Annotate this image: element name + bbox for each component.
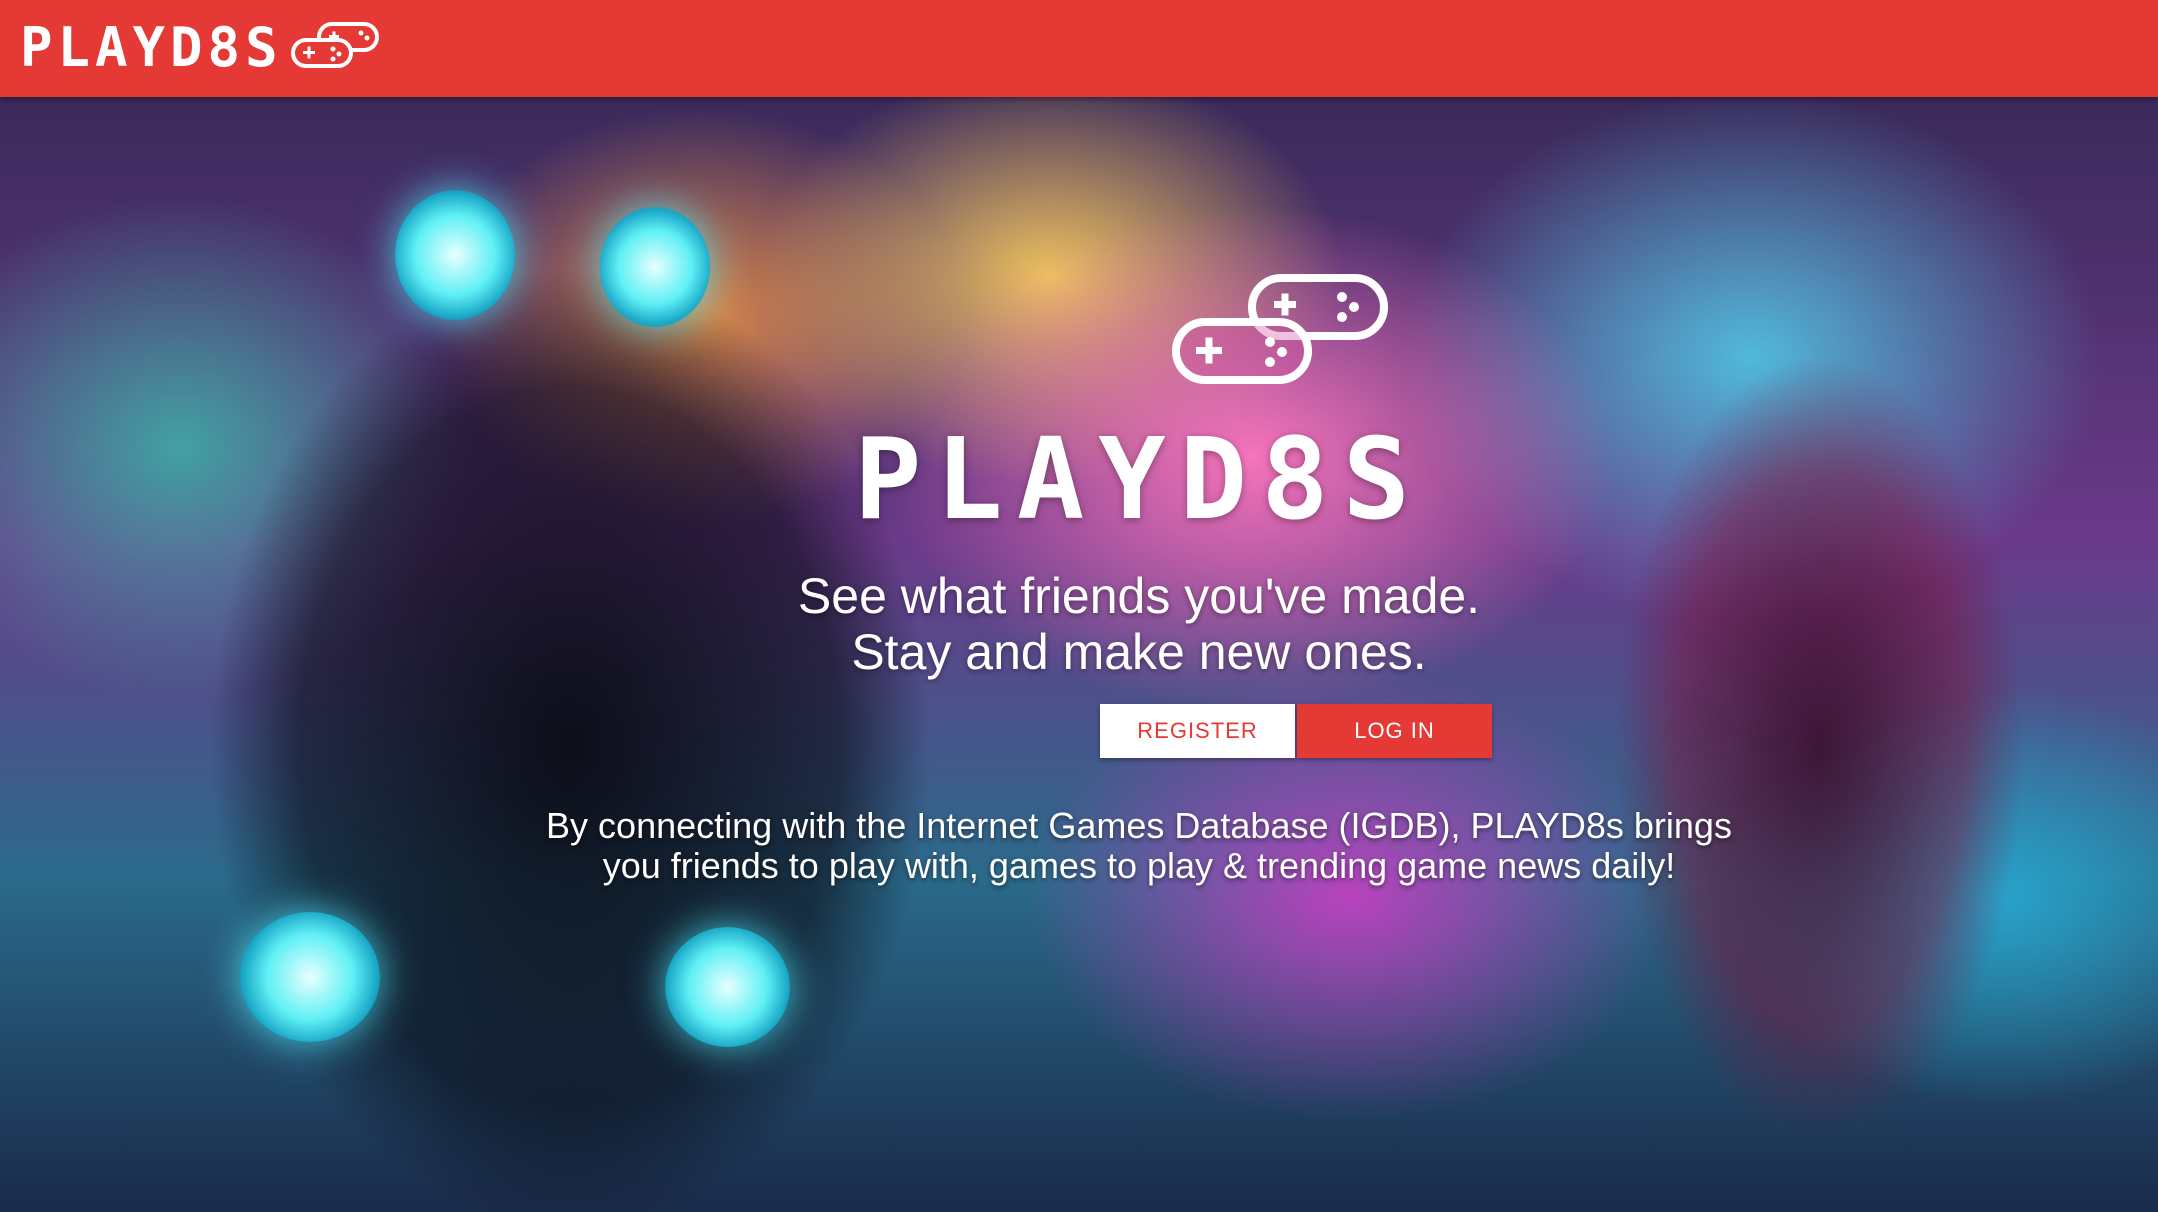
hero-tagline: See what friends you've made. Stay and m… (0, 568, 2158, 680)
description-line-1: By connecting with the Internet Games Da… (546, 805, 1732, 846)
login-button[interactable]: LOG IN (1297, 704, 1492, 758)
auth-buttons: REGISTER LOG IN (1100, 704, 1492, 758)
gamepad-icon (1170, 272, 1390, 397)
hero-description: By connecting with the Internet Games Da… (0, 806, 2158, 886)
glow-orb (665, 927, 790, 1047)
register-button[interactable]: REGISTER (1100, 704, 1295, 758)
tagline-line-1: See what friends you've made. (797, 568, 1481, 624)
glow-orb (240, 912, 380, 1042)
glow-orb (395, 190, 515, 320)
top-navbar: PLAYD8S (0, 0, 2158, 97)
glow-orb (600, 207, 710, 327)
brand-logo-link[interactable]: PLAYD8S (20, 18, 381, 78)
tagline-line-2: Stay and make new ones. (851, 624, 1427, 680)
astronaut-figure-right (1560, 277, 2080, 1212)
hero-title: PLAYD8S (853, 415, 1424, 545)
description-line-2: you friends to play with, games to play … (602, 845, 1676, 886)
brand-name: PLAYD8S (20, 16, 283, 79)
gamepad-icon (289, 20, 381, 77)
